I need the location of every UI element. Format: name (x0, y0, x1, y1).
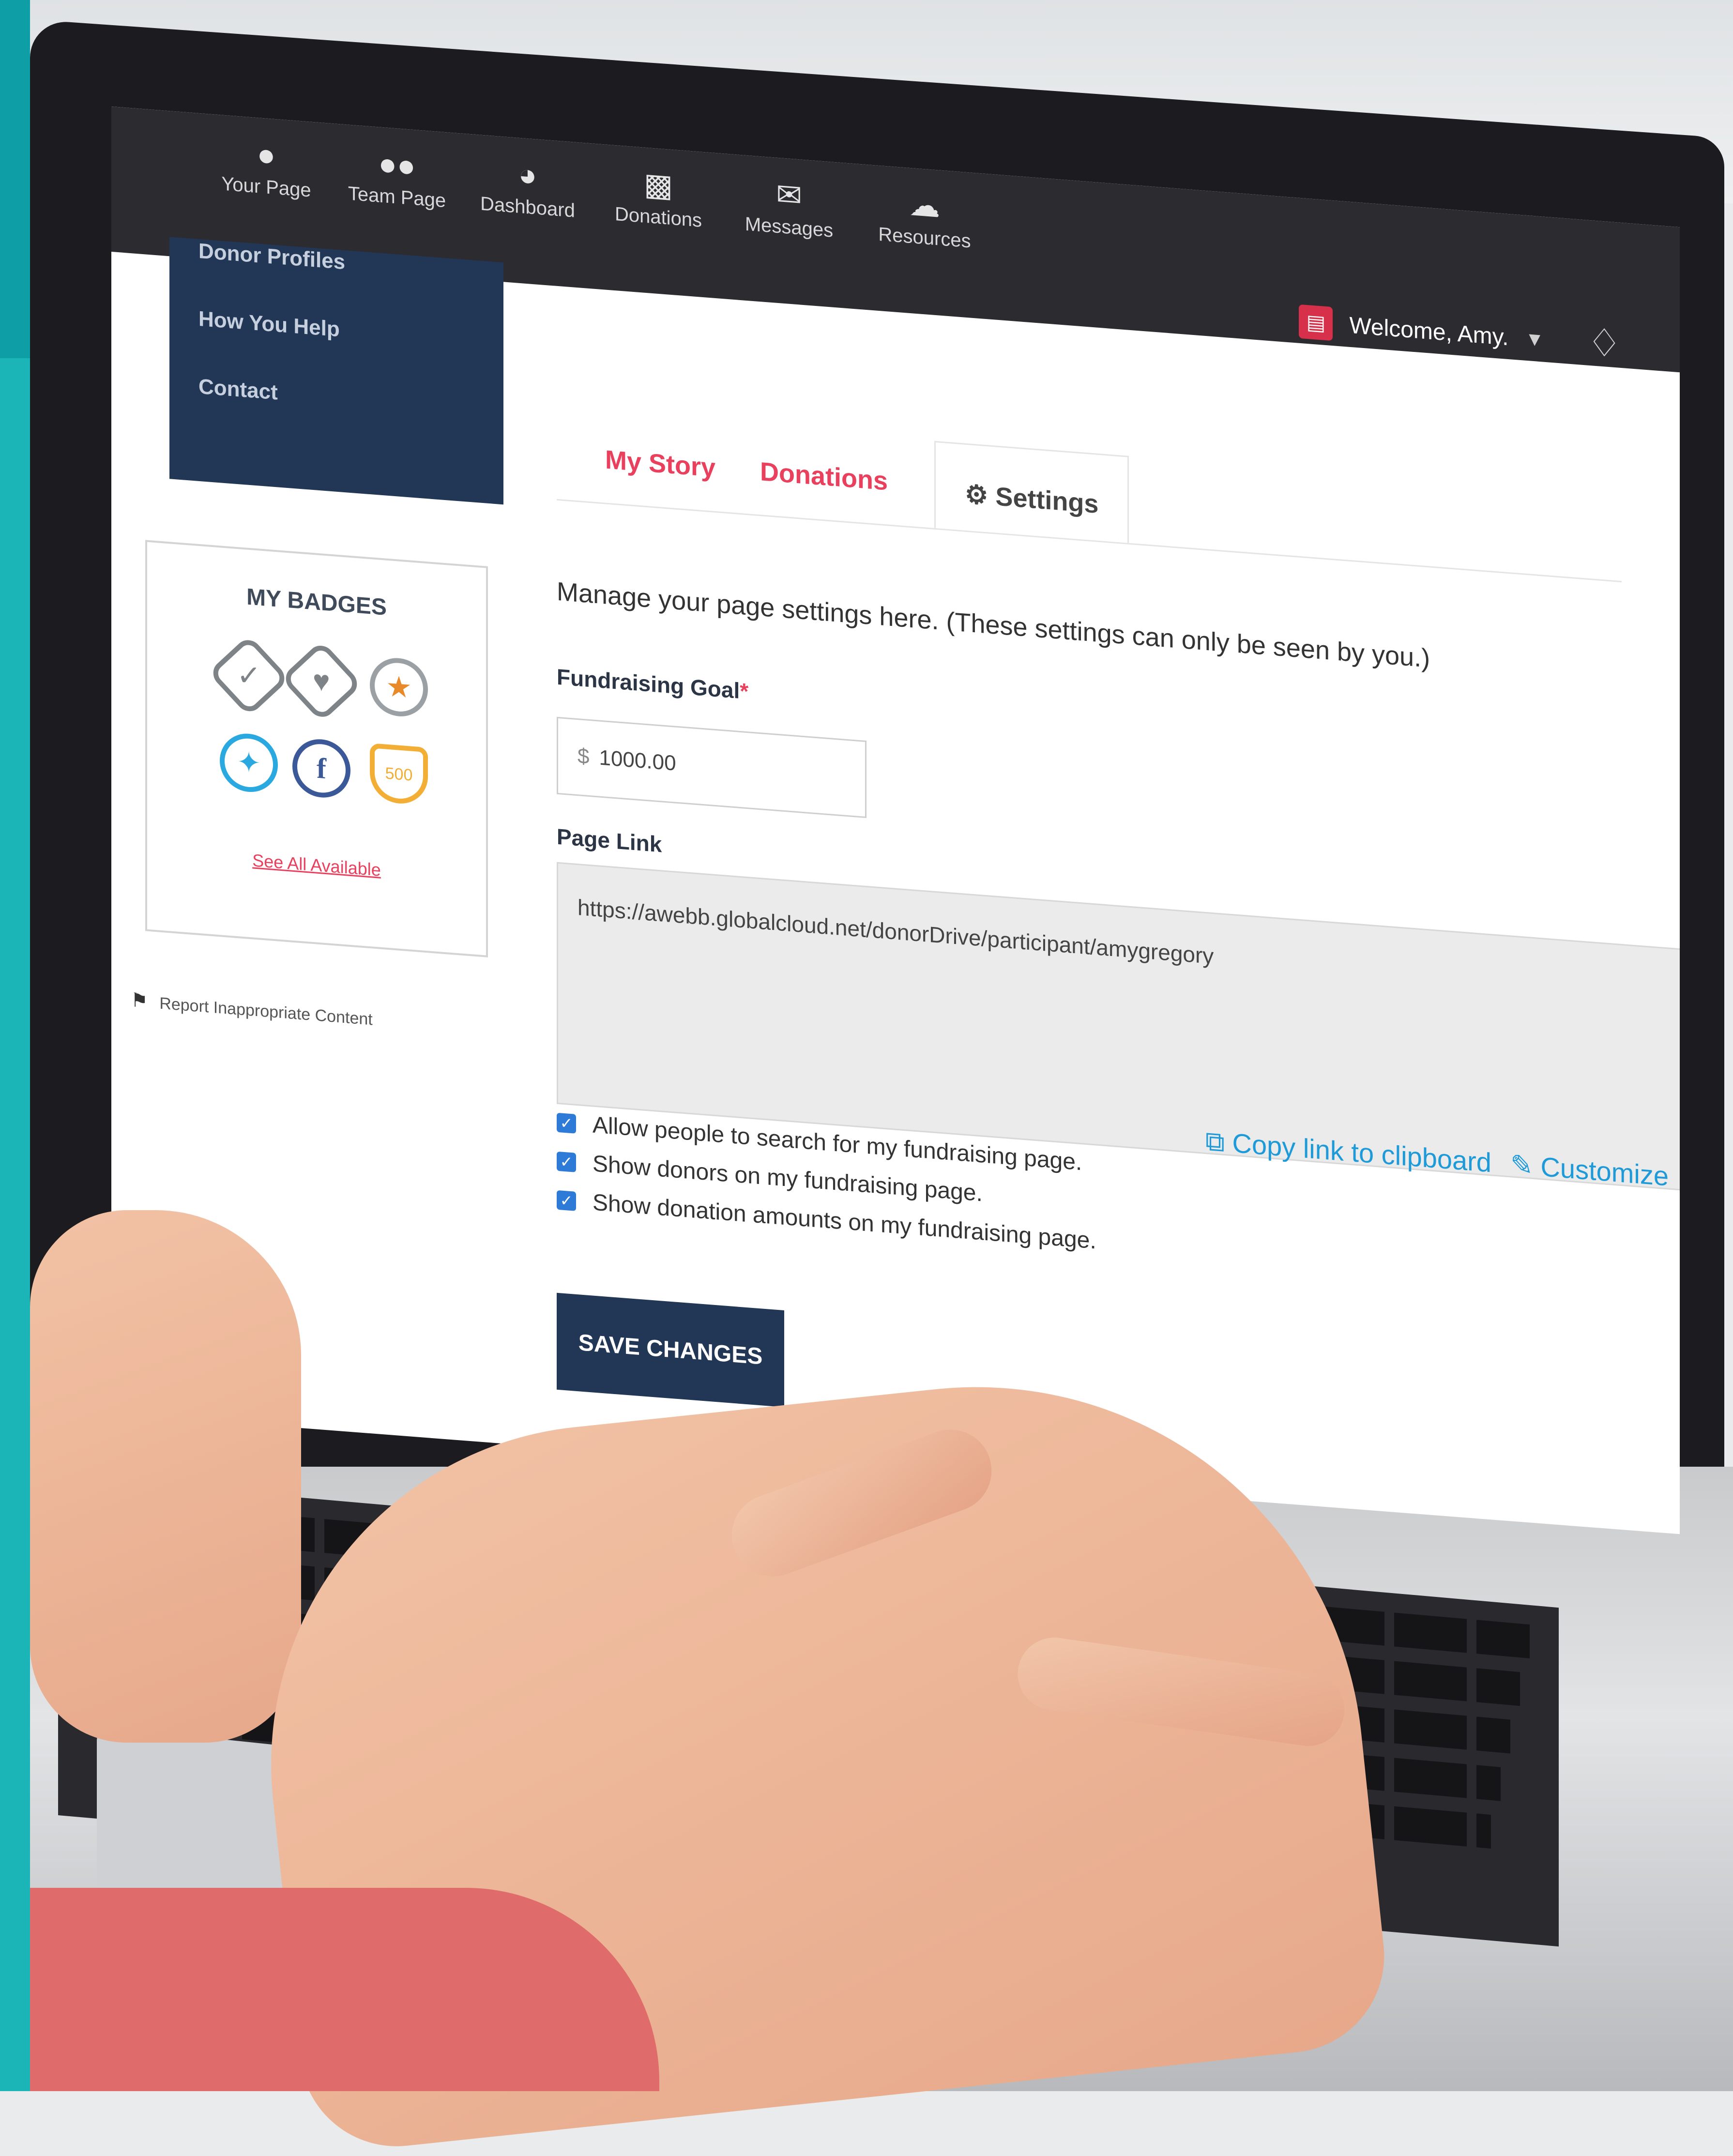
user-icon: ● (257, 137, 276, 173)
checkbox-checked[interactable]: ✓ (557, 1190, 576, 1211)
nav-label: Messages (745, 213, 834, 242)
checkmark-badge-icon[interactable]: ✓ (208, 634, 290, 717)
badges-title: MY BADGES (246, 584, 387, 621)
copy-icon: ⧉ (1205, 1125, 1232, 1158)
sidebar-nav: Donor Profiles How You Help Contact (169, 237, 503, 505)
team-icon: ●● (378, 146, 416, 184)
laptop-screen: ● Your Page ●● Team Page ◕ Dashboard ▩ D… (111, 106, 1680, 1534)
shield-badge-text: 500 (385, 764, 413, 785)
checkbox-checked[interactable]: ✓ (557, 1112, 576, 1134)
report-content-link[interactable]: ⚑ Report Inappropriate Content (131, 989, 373, 1030)
tab-my-story[interactable]: My Story (605, 444, 715, 483)
facebook-badge-icon[interactable]: f (292, 737, 350, 800)
nav-label: Dashboard (480, 193, 575, 222)
checkbox-checked[interactable]: ✓ (557, 1151, 576, 1172)
settings-intro: Manage your page settings here. (These s… (557, 577, 1430, 673)
fundraising-goal-input[interactable]: $1000.00 (557, 716, 866, 819)
gift-icon: ▩ (643, 166, 673, 204)
nav-item-your-page[interactable]: ● Your Page (208, 133, 324, 202)
tab-settings-label: Settings (995, 482, 1099, 519)
welcome-text: Welcome, Amy. (1349, 312, 1509, 350)
teal-side-block (0, 0, 30, 358)
nav-item-team-page[interactable]: ●● Team Page (339, 143, 455, 213)
currency-symbol: $ (578, 744, 590, 769)
nav-label: Donations (614, 203, 702, 231)
tab-settings[interactable]: ⚙ Settings (934, 440, 1129, 543)
sleeve (30, 1888, 659, 2091)
sidebar-item-how-you-help[interactable]: How You Help (198, 307, 340, 342)
dashboard-icon: ◕ (518, 156, 537, 193)
required-mark: * (740, 678, 749, 704)
bell-icon[interactable]: ♢ (1587, 319, 1622, 367)
nav-item-messages[interactable]: ✉ Messages (731, 173, 847, 243)
user-menu[interactable]: ▤ Welcome, Amy. ▼ (1299, 304, 1544, 357)
star-ribbon-badge-icon[interactable]: ★ (370, 656, 428, 719)
nav-item-dashboard[interactable]: ◕ Dashboard (470, 153, 586, 223)
pencil-icon: ✎ (1510, 1149, 1541, 1182)
fundraising-goal-label: Fundraising Goal* (557, 664, 748, 704)
heart-badge-icon[interactable]: ♥ (280, 640, 363, 723)
twitter-badge-icon[interactable]: ✦ (220, 731, 278, 794)
flag-icon: ⚑ (131, 989, 148, 1012)
see-all-badges-link[interactable]: See All Available (147, 842, 486, 889)
chevron-down-icon: ▼ (1525, 328, 1544, 351)
tab-donations[interactable]: Donations (760, 456, 888, 496)
checkbox-show-amounts[interactable]: ✓ Show donation amounts on my fundraisin… (557, 1186, 1096, 1255)
badges-panel: MY BADGES ✓ ♥ ★ ✦ f 500 See All Availabl… (145, 540, 488, 957)
nav-item-resources[interactable]: ☁ Resources (866, 184, 983, 253)
save-changes-button[interactable]: SAVE CHANGES (557, 1292, 784, 1407)
envelope-icon: ✉ (776, 176, 802, 213)
gear-icon: ⚙ (965, 479, 996, 511)
nav-label: Resources (878, 223, 971, 252)
goal-value: 1000.00 (599, 745, 676, 775)
cake-icon: ▤ (1299, 304, 1333, 341)
tab-bar: My Story Donations ⚙ Settings (557, 411, 1622, 583)
report-label: Report Inappropriate Content (159, 994, 373, 1029)
fundraising-goal-label-text: Fundraising Goal (557, 664, 740, 703)
nav-label: Team Page (348, 182, 446, 212)
left-hand (30, 1210, 301, 1743)
checkbox-label: Show donation amounts on my fundraising … (593, 1189, 1096, 1254)
sidebar-item-contact[interactable]: Contact (198, 375, 278, 405)
shield-500-badge-icon[interactable]: 500 (370, 743, 428, 806)
nav-label: Your Page (221, 173, 311, 201)
page-link-value: https://awebb.globalcloud.net/donorDrive… (578, 895, 1214, 969)
page-link-label: Page Link (557, 823, 662, 857)
nav-item-donations[interactable]: ▩ Donations (600, 164, 716, 233)
cloud-download-icon: ☁ (909, 186, 940, 224)
